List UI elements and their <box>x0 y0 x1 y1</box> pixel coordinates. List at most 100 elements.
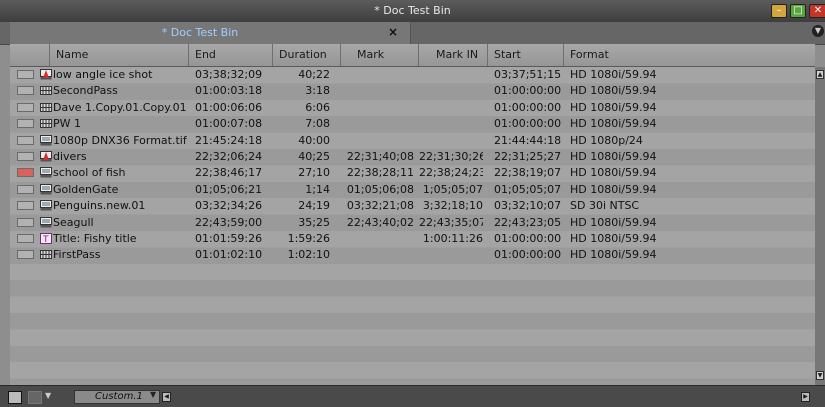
clip-color-swatch[interactable] <box>17 250 34 260</box>
maximize-icon[interactable]: □ <box>790 4 806 18</box>
cell-mark-out <box>341 100 414 116</box>
cell-mark-out: 01;05;06;08 <box>346 182 414 196</box>
header-mark-in[interactable]: Mark IN <box>419 44 488 66</box>
clip-color-swatch[interactable] <box>17 86 34 96</box>
bin-row[interactable]: GoldenGate 01;05;06;21 1;14 01;05;06;08 1;05… <box>10 182 815 198</box>
view-menu-icon[interactable]: ▼ <box>45 391 53 402</box>
title-bar[interactable]: * Doc Test Bin – □ ✕ <box>0 0 825 23</box>
header-mark-out[interactable]: Mark OUT <box>341 44 419 83</box>
cell-format: HD 1080i/59.94 <box>570 100 657 114</box>
sequence-icon <box>40 249 52 260</box>
scroll-down-icon[interactable]: ▼ <box>816 371 824 380</box>
cell-start: 01:00:00:00 <box>494 84 562 98</box>
cell-name: 1080p DNX36 Format.tif <box>53 133 187 147</box>
bin-row[interactable]: FirstPass 01:01:02:10 1:02:10 01:00:00:00 HD… <box>10 247 815 263</box>
sequence-icon <box>40 102 52 113</box>
cell-name: low angle ice shot <box>53 68 153 81</box>
bin-row[interactable]: low angle ice shot 03;38;32;09 40;22 03;37;… <box>10 67 815 83</box>
masterclip-icon <box>40 200 52 211</box>
cell-end: 03;32;34;26 <box>195 199 263 213</box>
cell-start: 22;38;19;07 <box>494 166 562 180</box>
bin-list: low angle ice shot 03;38;32;09 40;22 03;37;… <box>10 67 815 385</box>
header-end[interactable]: End <box>189 44 273 66</box>
cell-start: 22;31;25;27 <box>494 150 562 163</box>
clip-color-swatch[interactable] <box>17 184 34 194</box>
header-format[interactable]: Format <box>564 44 815 66</box>
cell-start: 01:00:00:00 <box>494 100 562 114</box>
masterclip-icon <box>40 183 52 195</box>
cell-mark-out: 22;31;40;08 <box>346 150 414 163</box>
cell-format: HD 1080i/59.94 <box>570 68 657 81</box>
cell-start: 21:44:44:18 <box>494 133 562 147</box>
bin-row[interactable]: SecondPass 01:00:03:18 3:18 01:00:00:00 HD 1… <box>10 83 815 99</box>
cell-name: Seagull <box>53 215 94 229</box>
cell-duration: 1;14 <box>305 182 330 196</box>
frame-view-icon[interactable] <box>8 391 22 404</box>
cell-end: 22;38;46;17 <box>195 166 263 180</box>
cell-start: 22;43;23;05 <box>494 215 562 229</box>
clip-color-swatch[interactable] <box>17 119 34 129</box>
clip-color-swatch[interactable] <box>17 70 34 79</box>
cell-format: HD 1080i/59.94 <box>570 84 657 98</box>
cell-duration: 24;19 <box>298 199 330 213</box>
masterclip-icon <box>40 134 52 146</box>
cell-mark-in <box>419 133 483 149</box>
tab-close-icon[interactable]: × <box>388 25 398 39</box>
minimize-icon[interactable]: – <box>771 4 787 18</box>
clip-color-swatch[interactable] <box>17 135 34 145</box>
chevron-down-icon[interactable]: ▼ <box>150 390 156 399</box>
cell-start: 01:00:00:00 <box>494 248 562 262</box>
text-view-icon[interactable] <box>28 391 42 404</box>
cell-mark-out <box>341 83 414 99</box>
scroll-right-icon[interactable]: ▶ <box>801 392 810 402</box>
bin-view-selector[interactable]: Custom.1 <box>74 390 160 404</box>
clip-color-swatch[interactable] <box>17 234 34 243</box>
tab-label: * Doc Test Bin <box>161 26 239 39</box>
scroll-up-icon[interactable]: ▲ <box>816 70 824 79</box>
bin-row[interactable]: Dave 1.Copy.01.Copy.01 01:00:06:06 6:06 01:… <box>10 100 815 116</box>
bin-row[interactable]: PW 1 01:00:07:08 7:08 01:00:00:00 HD 1080i/5… <box>10 116 815 132</box>
vertical-scrollbar[interactable]: ▲ ▼ <box>815 67 825 385</box>
bin-row[interactable]: Penguins.new.01 03;32;34;26 24;19 03;32;21;… <box>10 198 815 214</box>
cell-end: 01:00:06:06 <box>195 100 263 114</box>
panel-menu-icon[interactable]: ▼ <box>812 25 824 37</box>
cell-format: HD 1080i/59.94 <box>570 182 657 196</box>
bin-row[interactable]: school of fish 22;38;46;17 27;10 22;38;28;1… <box>10 165 815 181</box>
clip-color-swatch[interactable] <box>17 152 34 161</box>
cell-format: HD 1080i/59.94 <box>570 150 657 163</box>
cell-duration: 40;22 <box>298 68 330 81</box>
cell-start: 01;05;05;07 <box>494 182 562 196</box>
cell-name: Title: Fishy title <box>53 232 137 245</box>
tab-doc-test-bin[interactable]: * Doc Test Bin × <box>10 22 411 44</box>
window-title: * Doc Test Bin <box>374 4 451 17</box>
cell-mark-in <box>419 67 483 83</box>
cell-mark-in <box>419 247 483 263</box>
cell-mark-out: 03;32;21;08 <box>346 199 414 213</box>
cell-format: HD 1080i/59.94 <box>570 215 657 229</box>
header-name[interactable]: Name <box>50 44 189 66</box>
bin-row[interactable]: divers 22;32;06;24 40;25 22;31;40;08 22;31;3… <box>10 149 815 165</box>
tab-bar: * Doc Test Bin × ▼ <box>0 22 825 45</box>
close-icon[interactable]: ✕ <box>809 4 825 18</box>
cell-end: 01;05;06;21 <box>195 182 263 196</box>
bin-row[interactable]: T Title: Fishy title 01:01:59:26 1:59:26 1:0… <box>10 231 815 247</box>
bin-row[interactable]: Seagull 22;43;59;00 35;25 22;43;40;02 22;43;… <box>10 215 815 231</box>
cell-duration: 3:18 <box>305 84 330 98</box>
header-duration[interactable]: Duration <box>273 44 341 66</box>
group-clip-icon <box>40 151 52 162</box>
cell-mark-out: 22;43;40;02 <box>346 215 414 229</box>
cell-name: FirstPass <box>53 248 101 262</box>
header-spacer <box>10 44 50 66</box>
header-start[interactable]: Start <box>488 44 564 66</box>
scroll-left-icon[interactable]: ◀ <box>162 392 171 402</box>
clip-color-swatch[interactable] <box>17 217 34 227</box>
bin-row[interactable]: 1080p DNX36 Format.tif 21:45:24:18 40:00 21… <box>10 133 815 149</box>
clip-color-swatch[interactable] <box>17 102 34 112</box>
cell-name: divers <box>53 150 87 163</box>
cell-duration: 35;25 <box>298 215 330 229</box>
clip-color-swatch[interactable] <box>17 168 34 178</box>
cell-mark-out <box>341 247 414 263</box>
clip-color-swatch[interactable] <box>17 201 34 211</box>
cell-start: 01:00:00:00 <box>494 232 562 245</box>
cell-format: HD 1080p/24 <box>570 133 643 147</box>
